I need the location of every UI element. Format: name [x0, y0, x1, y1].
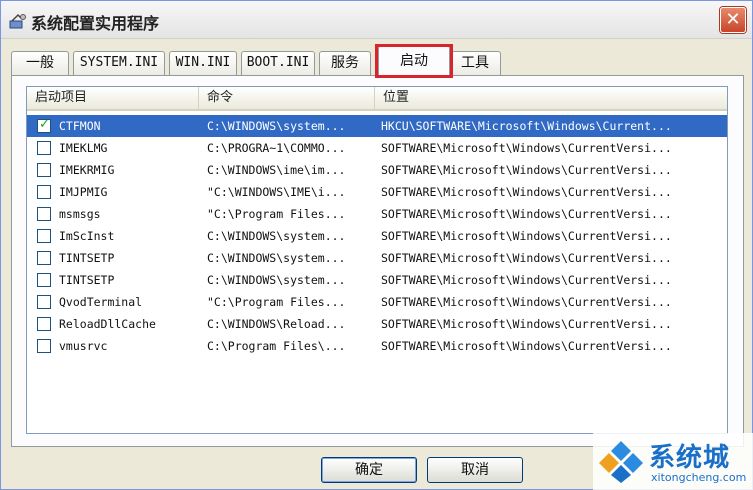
tab-startup[interactable]: 启动 — [378, 45, 450, 76]
table-row[interactable]: IMEKRMIG C:\WINDOWS\ime\im... SOFTWARE\M… — [27, 159, 727, 181]
row-command: "C:\WINDOWS\IME\i... — [207, 185, 346, 199]
title-bar: 系统配置实用程序 ✕ — [1, 1, 752, 39]
row-command: C:\WINDOWS\Reload... — [207, 317, 346, 331]
tab-boot-ini[interactable]: BOOT.INI — [241, 51, 315, 75]
row-command: C:\Program Files\... — [207, 339, 346, 353]
table-row[interactable]: ImScInst C:\WINDOWS\system... SOFTWARE\M… — [27, 225, 727, 247]
row-command: C:\PROGRA~1\COMMO... — [207, 141, 346, 155]
row-name: IMEKRMIG — [59, 163, 115, 177]
row-name: TINTSETP — [59, 273, 115, 287]
row-name: vmusrvc — [59, 339, 108, 353]
row-checkbox[interactable] — [37, 295, 51, 309]
tab-services[interactable]: 服务 — [319, 51, 371, 75]
row-checkbox[interactable] — [37, 339, 51, 353]
row-location: SOFTWARE\Microsoft\Windows\CurrentVersi.… — [381, 295, 672, 309]
row-location: SOFTWARE\Microsoft\Windows\CurrentVersi.… — [381, 141, 672, 155]
tab-strip: 一般 SYSTEM.INI WIN.INI BOOT.INI 服务 启动 工具 — [11, 44, 751, 78]
startup-list[interactable]: 启动项目 命令 位置 CTFMON C:\WINDOWS\system... H… — [26, 86, 728, 434]
row-name: ImScInst — [59, 229, 115, 243]
table-row[interactable]: TINTSETP C:\WINDOWS\system... SOFTWARE\M… — [27, 247, 727, 269]
close-button[interactable]: ✕ — [720, 7, 746, 33]
row-checkbox[interactable] — [37, 163, 51, 177]
table-row[interactable]: CTFMON C:\WINDOWS\system... HKCU\SOFTWAR… — [27, 115, 727, 137]
row-checkbox[interactable] — [37, 317, 51, 331]
cancel-button[interactable]: 取消 — [427, 457, 523, 483]
row-checkbox[interactable] — [37, 273, 51, 287]
row-name: CTFMON — [59, 119, 101, 133]
list-header: 启动项目 命令 位置 — [27, 87, 727, 111]
table-row[interactable]: IMEKLMG C:\PROGRA~1\COMMO... SOFTWARE\Mi… — [27, 137, 727, 159]
row-name: TINTSETP — [59, 251, 115, 265]
window-title: 系统配置实用程序 — [31, 14, 160, 33]
row-location: SOFTWARE\Microsoft\Windows\CurrentVersi.… — [381, 273, 672, 287]
system-config-window: 系统配置实用程序 ✕ 一般 SYSTEM.INI WIN.INI BOOT.IN… — [0, 0, 753, 490]
watermark: 系统城 xitongcheng.com — [593, 433, 753, 490]
table-row[interactable]: ReloadDllCache C:\WINDOWS\Reload... SOFT… — [27, 313, 727, 335]
row-name: IMJPMIG — [59, 185, 108, 199]
row-location: SOFTWARE\Microsoft\Windows\CurrentVersi.… — [381, 207, 672, 221]
column-header-item[interactable]: 启动项目 — [27, 87, 199, 109]
column-header-command[interactable]: 命令 — [199, 87, 375, 109]
row-name: msmsgs — [59, 207, 101, 221]
row-location: SOFTWARE\Microsoft\Windows\CurrentVersi.… — [381, 339, 672, 353]
close-icon: ✕ — [725, 9, 741, 30]
row-command: C:\WINDOWS\system... — [207, 229, 346, 243]
app-icon — [9, 13, 26, 29]
row-command: C:\WINDOWS\system... — [207, 119, 346, 133]
row-name: IMEKLMG — [59, 141, 108, 155]
row-command: C:\WINDOWS\system... — [207, 251, 346, 265]
ok-button[interactable]: 确定 — [321, 457, 417, 483]
row-location: SOFTWARE\Microsoft\Windows\CurrentVersi.… — [381, 185, 672, 199]
table-row[interactable]: msmsgs "C:\Program Files... SOFTWARE\Mic… — [27, 203, 727, 225]
watermark-brand: 系统城 — [649, 443, 731, 473]
row-command: C:\WINDOWS\system... — [207, 273, 346, 287]
startup-panel: 启动项目 命令 位置 CTFMON C:\WINDOWS\system... H… — [11, 75, 744, 447]
brand-logo-icon — [599, 441, 643, 483]
tab-general[interactable]: 一般 — [11, 51, 69, 75]
table-row[interactable]: QvodTerminal "C:\Program Files... SOFTWA… — [27, 291, 727, 313]
row-checkbox[interactable] — [37, 229, 51, 243]
row-checkbox[interactable] — [37, 251, 51, 265]
row-location: SOFTWARE\Microsoft\Windows\CurrentVersi.… — [381, 163, 672, 177]
row-location: HKCU\SOFTWARE\Microsoft\Windows\Current.… — [381, 119, 672, 133]
table-row[interactable]: vmusrvc C:\Program Files\... SOFTWARE\Mi… — [27, 335, 727, 357]
tab-win-ini[interactable]: WIN.INI — [169, 51, 237, 75]
watermark-url: xitongcheng.com — [651, 471, 747, 484]
row-checkbox[interactable] — [37, 117, 51, 133]
tab-tools[interactable]: 工具 — [449, 51, 501, 75]
table-row[interactable]: IMJPMIG "C:\WINDOWS\IME\i... SOFTWARE\Mi… — [27, 181, 727, 203]
tab-system-ini[interactable]: SYSTEM.INI — [73, 51, 165, 75]
row-name: QvodTerminal — [59, 295, 143, 309]
row-location: SOFTWARE\Microsoft\Windows\CurrentVersi.… — [381, 317, 672, 331]
row-checkbox[interactable] — [37, 141, 51, 155]
row-command: "C:\Program Files... — [207, 207, 346, 221]
row-checkbox[interactable] — [37, 185, 51, 199]
row-name: ReloadDllCache — [59, 317, 156, 331]
row-checkbox[interactable] — [37, 207, 51, 221]
row-command: "C:\Program Files... — [207, 295, 346, 309]
column-header-location[interactable]: 位置 — [375, 87, 727, 109]
row-location: SOFTWARE\Microsoft\Windows\CurrentVersi.… — [381, 251, 672, 265]
row-command: C:\WINDOWS\ime\im... — [207, 163, 346, 177]
table-row[interactable]: TINTSETP C:\WINDOWS\system... SOFTWARE\M… — [27, 269, 727, 291]
row-location: SOFTWARE\Microsoft\Windows\CurrentVersi.… — [381, 229, 672, 243]
